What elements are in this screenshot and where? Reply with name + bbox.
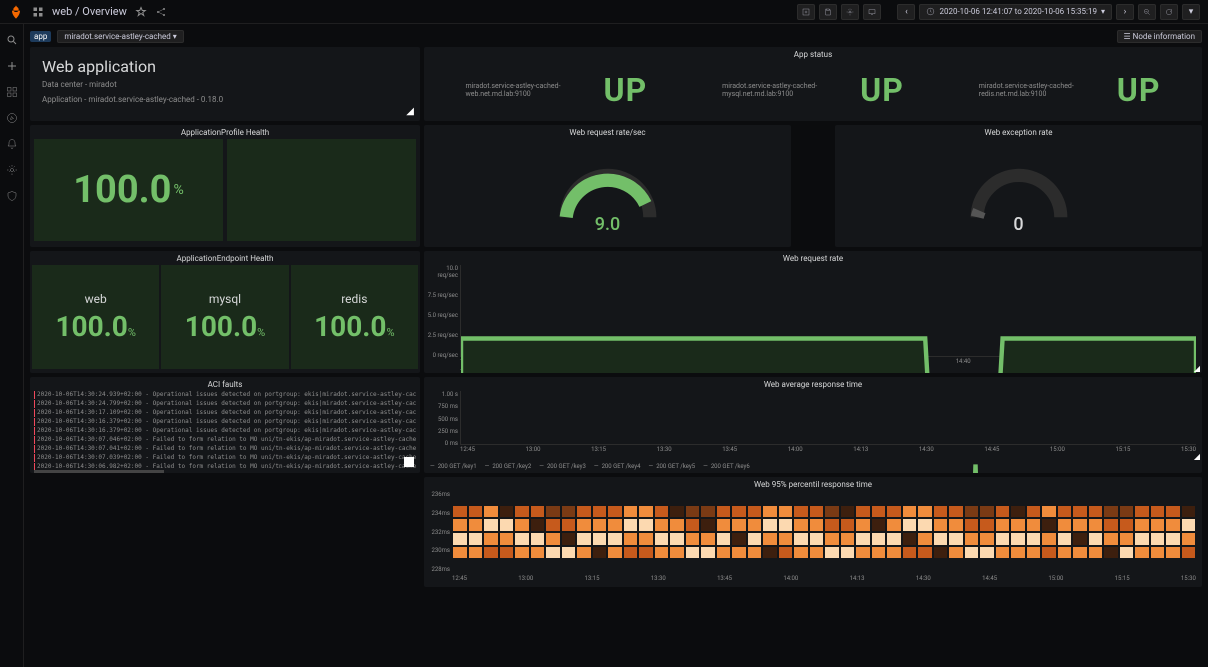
panel-profile-health: ApplicationProfile Health 100.0 % xyxy=(30,125,420,247)
shield-icon[interactable] xyxy=(6,190,18,202)
scroll-indicator[interactable] xyxy=(404,457,414,467)
dashboard-main: app miradot.service-astley-cached ▾ ☰ No… xyxy=(24,24,1208,667)
status-label: miradot.service-astley-cached-mysql.net.… xyxy=(722,82,852,98)
status-item: miradot.service-astley-cached-redis.net.… xyxy=(979,71,1161,109)
status-label: miradot.service-astley-cached-web.net.md… xyxy=(465,82,595,98)
add-panel-button[interactable] xyxy=(797,4,815,20)
breadcrumb[interactable]: web / Overview xyxy=(52,5,127,18)
panel-title: ACI faults xyxy=(30,377,420,391)
panel-web-request-rate: Web request rate 10.0 req/sec7.5 req/sec… xyxy=(424,251,1202,373)
settings-button[interactable] xyxy=(841,4,859,20)
star-icon[interactable] xyxy=(135,6,147,18)
status-item: miradot.service-astley-cached-web.net.md… xyxy=(465,71,647,109)
health-value: 100.0 xyxy=(73,168,171,212)
panel-endpoint-health: ApplicationEndpoint Health web100.0%mysq… xyxy=(30,251,420,373)
refresh-interval-button[interactable]: ▾ xyxy=(1182,4,1200,20)
panel-resize-handle[interactable]: ◢ xyxy=(1194,364,1200,373)
status-value: UP xyxy=(603,71,647,109)
panel-resize-handle[interactable]: ◢ xyxy=(406,106,414,117)
panel-web-application: Web application Data center - miradot Ap… xyxy=(30,47,420,121)
sidebar xyxy=(0,24,24,667)
status-item: miradot.service-astley-cached-mysql.net.… xyxy=(722,71,904,109)
time-range-picker[interactable]: 2020-10-06 12:41:07 to 2020-10-06 15:35:… xyxy=(919,4,1112,20)
explore-icon[interactable] xyxy=(6,112,18,124)
status-label: miradot.service-astley-cached-redis.net.… xyxy=(979,82,1109,98)
faults-log[interactable]: 2020-10-06T14:30:24.939+02:00 - Operatio… xyxy=(30,391,420,471)
webapp-title: Web application xyxy=(42,57,408,76)
panel-app-status: App status miradot.service-astley-cached… xyxy=(424,47,1202,121)
gauge-value: 9.0 xyxy=(595,214,620,235)
panel-exception-rate-gauge: Web exception rate 0 xyxy=(835,125,1202,247)
zoom-out-button[interactable] xyxy=(1138,4,1156,20)
endpoint-bar: redis100.0% xyxy=(291,265,418,369)
panel-title: Web request rate xyxy=(424,251,1202,265)
fault-line: 2020-10-06T14:30:07.046+02:00 - Failed t… xyxy=(34,436,416,444)
panel-95p-response-heatmap: Web 95% percentil response time 236ms234… xyxy=(424,477,1202,587)
horizontal-scrollbar[interactable] xyxy=(34,470,164,473)
status-value: UP xyxy=(1117,71,1161,109)
heatmap-grid xyxy=(452,491,1196,573)
topbar: web / Overview ‹ 2020-10-06 12:41:07 to … xyxy=(0,0,1208,24)
panel-grid-icon[interactable] xyxy=(32,6,44,18)
node-info-button[interactable]: ☰ Node information xyxy=(1117,30,1203,43)
panel-resize-handle[interactable]: ◢ xyxy=(1194,452,1200,461)
endpoint-bar: web100.0% xyxy=(32,265,159,369)
dashboards-icon[interactable] xyxy=(6,86,18,98)
status-value: UP xyxy=(860,71,904,109)
tv-mode-button[interactable] xyxy=(863,4,881,20)
variable-select[interactable]: miradot.service-astley-cached ▾ xyxy=(57,30,183,43)
panel-title: ApplicationProfile Health xyxy=(30,125,420,139)
panel-title: Web request rate/sec xyxy=(424,125,791,139)
plus-icon[interactable] xyxy=(6,60,18,72)
fault-line: 2020-10-06T14:30:07.041+02:00 - Failed t… xyxy=(34,445,416,453)
gauge-value: 0 xyxy=(1013,214,1023,235)
fault-line: 2020-10-06T14:30:17.109+02:00 - Operatio… xyxy=(34,409,416,417)
panel-avg-response-time: Web average response time 1.00 s750 ms50… xyxy=(424,377,1202,473)
fault-line: 2020-10-06T14:30:24.799+02:00 - Operatio… xyxy=(34,400,416,408)
time-back-button[interactable]: ‹ xyxy=(897,4,915,20)
time-range-text: 2020-10-06 12:41:07 to 2020-10-06 15:35:… xyxy=(939,7,1097,16)
panel-title: Web 95% percentil response time xyxy=(424,477,1202,491)
time-forward-button[interactable]: › xyxy=(1116,4,1134,20)
grafana-logo-icon xyxy=(8,4,24,20)
search-icon[interactable] xyxy=(6,34,18,46)
webapp-datacenter: Data center - miradot xyxy=(42,80,408,89)
endpoint-bar: mysql100.0% xyxy=(161,265,288,369)
fault-line: 2020-10-06T14:30:07.039+02:00 - Failed t… xyxy=(34,454,416,462)
panel-request-rate-gauge: Web request rate/sec 9.0 xyxy=(424,125,791,247)
panel-title: ApplicationEndpoint Health xyxy=(30,251,420,265)
line-chart xyxy=(461,391,1196,473)
panel-title: App status xyxy=(424,47,1202,61)
area-chart xyxy=(461,265,1196,373)
health-unit: % xyxy=(173,182,183,198)
variable-label: app xyxy=(30,31,51,42)
fault-line: 2020-10-06T14:30:16.379+02:00 - Operatio… xyxy=(34,418,416,426)
share-icon[interactable] xyxy=(155,6,167,18)
save-button[interactable] xyxy=(819,4,837,20)
panel-title: Web average response time xyxy=(424,377,1202,391)
gear-icon[interactable] xyxy=(6,164,18,176)
fault-line: 2020-10-06T14:30:16.379+02:00 - Operatio… xyxy=(34,427,416,435)
clock-icon xyxy=(926,7,935,16)
refresh-button[interactable] xyxy=(1160,4,1178,20)
panel-aci-faults: ACI faults 2020-10-06T14:30:24.939+02:00… xyxy=(30,377,420,473)
webapp-application: Application - miradot.service-astley-cac… xyxy=(42,95,408,104)
panel-title: Web exception rate xyxy=(835,125,1202,139)
alert-icon[interactable] xyxy=(6,138,18,150)
fault-line: 2020-10-06T14:30:24.939+02:00 - Operatio… xyxy=(34,391,416,399)
